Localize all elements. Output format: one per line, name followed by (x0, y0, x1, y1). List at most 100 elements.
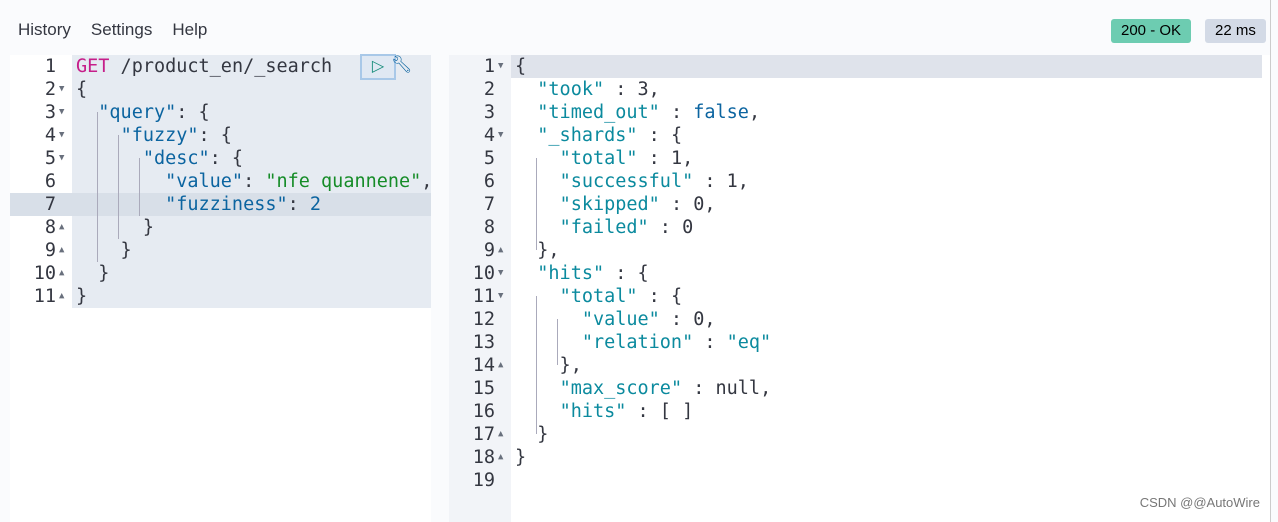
code-token: "took" (537, 79, 605, 100)
code-token: , (737, 171, 749, 192)
code-line: 16 "hits" : [ ] (449, 400, 1270, 423)
fold-up-icon[interactable]: ▲ (498, 423, 503, 446)
code-text: }, (515, 354, 582, 377)
code-token: } (76, 263, 110, 284)
fold-down-icon[interactable]: ▼ (498, 55, 503, 78)
code-token: : { (637, 125, 683, 146)
code-token: : (693, 171, 727, 192)
code-token: 0 (693, 194, 705, 215)
code-line: 9 ▲ } (10, 239, 431, 262)
line-number: 2 (44, 79, 56, 100)
fold-up-icon[interactable]: ▲ (59, 285, 64, 308)
line-number: 14 (472, 355, 495, 376)
code-token: "desc" (142, 148, 210, 169)
line-number: 3 (483, 102, 495, 123)
fold-down-icon[interactable]: ▼ (498, 285, 503, 308)
fold-down-icon[interactable]: ▼ (59, 101, 64, 124)
code-line: 5 ▼ "desc": { (10, 147, 431, 170)
code-token: 3 (637, 79, 649, 100)
wrench-icon[interactable]: 🔧︎ (391, 55, 413, 75)
code-token: "_shards" (537, 125, 638, 146)
code-token: "hits" (537, 263, 605, 284)
fold-down-icon[interactable]: ▼ (498, 124, 503, 147)
code-token: { (515, 56, 527, 77)
line-number: 11 (33, 286, 56, 307)
settings-menu[interactable]: Settings (91, 20, 152, 40)
fold-up-icon[interactable]: ▲ (498, 239, 503, 262)
fold-up-icon[interactable]: ▲ (59, 216, 64, 239)
help-menu[interactable]: Help (172, 20, 207, 40)
code-line: 3 ▼ "query": { (10, 101, 431, 124)
code-token: false (693, 102, 749, 123)
code-token: } (515, 424, 549, 445)
line-number: 2 (483, 79, 495, 100)
code-text: "fuzzy": { (76, 124, 232, 147)
code-token: : (659, 194, 694, 215)
line-number: 7 (44, 194, 56, 215)
menu: History Settings Help (18, 20, 207, 40)
fold-up-icon[interactable]: ▲ (498, 446, 503, 469)
fold-down-icon[interactable]: ▼ (59, 78, 64, 101)
code-text: { (515, 55, 526, 78)
code-text: "timed_out" : false, (515, 101, 760, 124)
code-token: 0 (682, 217, 694, 238)
code-token: : (693, 332, 727, 353)
code-text: "value" : 0, (515, 308, 716, 331)
fold-down-icon[interactable]: ▼ (498, 262, 503, 285)
code-token: , (421, 171, 433, 192)
fold-up-icon[interactable]: ▲ (498, 354, 503, 377)
code-token: null (715, 378, 761, 399)
code-token: : (243, 171, 266, 192)
code-token: 0 (693, 309, 705, 330)
code-text: } (76, 239, 132, 262)
code-token: "value" (581, 309, 660, 330)
code-text: "failed" : 0 (515, 216, 694, 239)
line-number: 16 (472, 401, 495, 422)
code-text: "desc": { (76, 147, 243, 170)
code-text: }, (515, 239, 559, 262)
code-token: : { (198, 125, 232, 146)
code-text: "skipped" : 0, (515, 193, 716, 216)
line-number: 4 (483, 125, 495, 146)
code-line: 3 "timed_out" : false, (449, 101, 1270, 124)
code-line: 17 ▲ } (449, 423, 1270, 446)
code-line: 11 ▲} (10, 285, 431, 308)
fold-down-icon[interactable]: ▼ (59, 124, 64, 147)
code-token: , (760, 378, 772, 399)
code-token: "successful" (559, 171, 694, 192)
response-time-badge: 22 ms (1205, 19, 1266, 43)
code-line: 2 "took" : 3, (449, 78, 1270, 101)
fold-down-icon[interactable]: ▼ (59, 147, 64, 170)
code-token: "skipped" (559, 194, 660, 215)
code-text: } (76, 216, 154, 239)
history-menu[interactable]: History (18, 20, 71, 40)
code-token: "relation" (581, 332, 694, 353)
response-viewer[interactable]: 1 ▼{2 "took" : 3, 3 "timed_out" : false, 4 ▼… (449, 55, 1270, 522)
code-token: "fuzziness" (165, 194, 288, 215)
fold-up-icon[interactable]: ▲ (59, 239, 64, 262)
code-line: 6 "successful" : 1, (449, 170, 1270, 193)
line-number: 12 (472, 309, 495, 330)
code-text: } (76, 262, 109, 285)
line-number: 17 (472, 424, 495, 445)
code-token: , (704, 194, 716, 215)
code-token: : (659, 309, 694, 330)
code-text: "hits" : [ ] (515, 400, 694, 423)
line-number: 13 (472, 332, 495, 353)
line-number: 8 (44, 217, 56, 238)
code-text: "fuzziness": 2 (76, 193, 321, 216)
code-line: 14 ▲ }, (449, 354, 1270, 377)
request-editor[interactable]: 1 GET /product_en/_search 2 ▼{3 ▼ "query": {… (10, 54, 433, 522)
code-token: "value" (165, 171, 244, 192)
code-text: GET /product_en/_search (76, 55, 332, 78)
code-token: : (682, 378, 716, 399)
fold-up-icon[interactable]: ▲ (59, 262, 64, 285)
